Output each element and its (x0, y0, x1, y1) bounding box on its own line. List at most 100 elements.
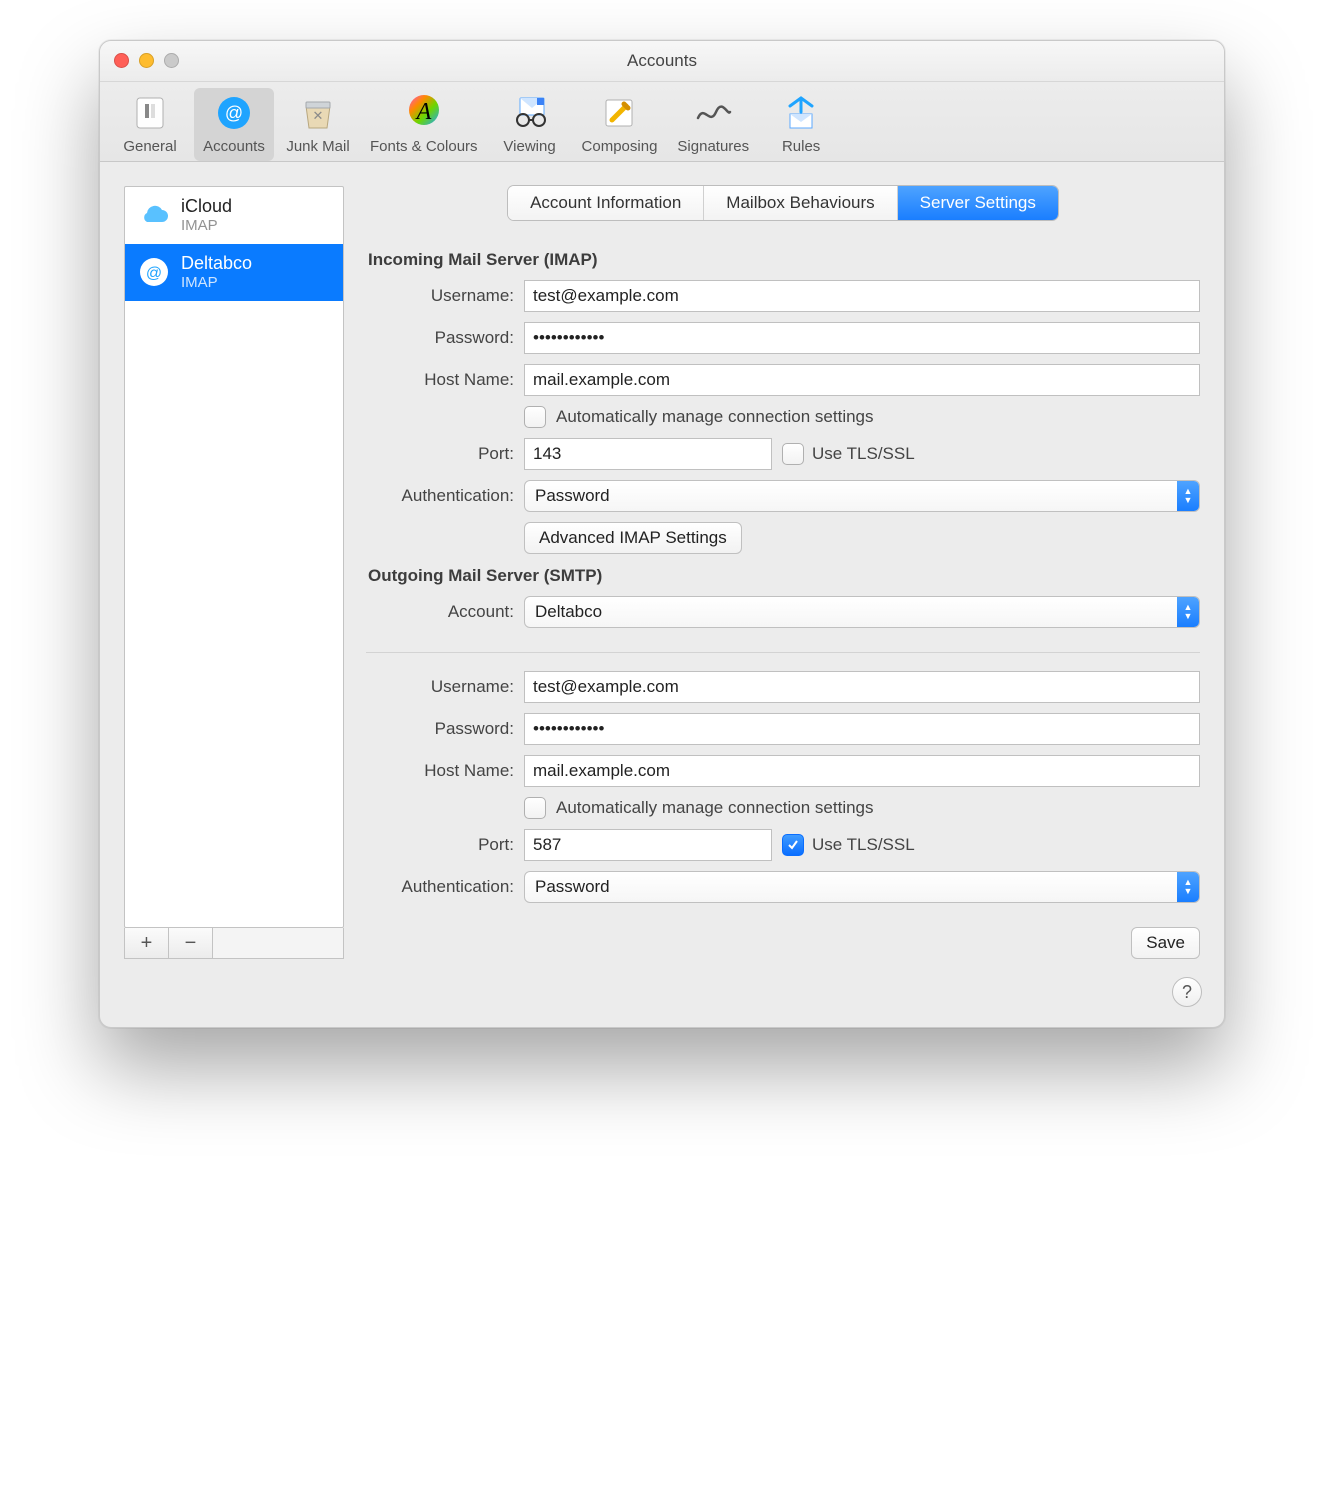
main-panel: Account Information Mailbox Behaviours S… (366, 186, 1200, 959)
incoming-tls-checkbox[interactable] (782, 443, 804, 465)
outgoing-hostname-input[interactable] (524, 755, 1200, 787)
advanced-imap-settings-button[interactable]: Advanced IMAP Settings (524, 522, 742, 554)
toolbar-item-label: Fonts & Colours (370, 138, 478, 155)
body: iCloud IMAP @ Deltabco IMAP (100, 162, 1224, 977)
toolbar-item-composing[interactable]: Composing (574, 88, 666, 161)
traffic-lights (114, 53, 179, 68)
close-icon[interactable] (114, 53, 129, 68)
chevron-updown-icon: ▲▼ (1177, 872, 1199, 902)
account-protocol: IMAP (181, 217, 232, 234)
account-list-footer: + − (124, 928, 344, 959)
toolbar-item-rules[interactable]: Rules (761, 88, 841, 161)
tab-server-settings[interactable]: Server Settings (898, 186, 1058, 220)
incoming-username-input[interactable] (524, 280, 1200, 312)
svg-text:✕: ✕ (313, 108, 324, 123)
account-name: iCloud (181, 197, 232, 217)
general-icon (129, 92, 171, 134)
label-authentication: Authentication: (366, 486, 514, 506)
add-account-button[interactable]: + (125, 928, 169, 958)
rules-icon (780, 92, 822, 134)
chevron-updown-icon: ▲▼ (1177, 597, 1199, 627)
toolbar-item-general[interactable]: General (110, 88, 190, 161)
outgoing-authentication-value: Password (525, 877, 1177, 897)
label-password: Password: (366, 719, 514, 739)
label-username: Username: (366, 286, 514, 306)
toolbar-item-fonts-colours[interactable]: A Fonts & Colours (362, 88, 486, 161)
label-username: Username: (366, 677, 514, 697)
outgoing-auto-manage-checkbox[interactable] (524, 797, 546, 819)
outgoing-account-value: Deltabco (525, 602, 1177, 622)
fonts-colours-icon: A (403, 92, 445, 134)
svg-text:@: @ (225, 103, 243, 123)
incoming-authentication-select[interactable]: Password ▲▼ (524, 480, 1200, 512)
incoming-section-title: Incoming Mail Server (IMAP) (368, 250, 1200, 270)
outgoing-auto-manage-row[interactable]: Automatically manage connection settings (524, 797, 1200, 819)
outgoing-account-select[interactable]: Deltabco ▲▼ (524, 596, 1200, 628)
outgoing-auto-manage-label: Automatically manage connection settings (556, 798, 874, 818)
outgoing-port-input[interactable] (524, 829, 772, 861)
account-list: iCloud IMAP @ Deltabco IMAP (124, 186, 344, 928)
label-password: Password: (366, 328, 514, 348)
incoming-auto-manage-checkbox[interactable] (524, 406, 546, 428)
toolbar-item-label: Accounts (203, 138, 265, 155)
label-account: Account: (366, 602, 514, 622)
accounts-icon: @ (213, 92, 255, 134)
tab-mailbox-behaviours[interactable]: Mailbox Behaviours (704, 186, 897, 220)
outgoing-tls-label: Use TLS/SSL (812, 835, 915, 855)
toolbar-item-accounts[interactable]: @ Accounts (194, 88, 274, 161)
settings-tabs: Account Information Mailbox Behaviours S… (508, 186, 1058, 220)
at-icon: @ (137, 255, 171, 289)
outgoing-tls-checkbox[interactable] (782, 834, 804, 856)
zoom-icon (164, 53, 179, 68)
outgoing-username-input[interactable] (524, 671, 1200, 703)
outgoing-tls-row[interactable]: Use TLS/SSL (782, 834, 915, 856)
toolbar-item-label: Viewing (503, 138, 555, 155)
account-item-deltabco[interactable]: @ Deltabco IMAP (125, 244, 343, 301)
outgoing-authentication-select[interactable]: Password ▲▼ (524, 871, 1200, 903)
toolbar-item-label: General (123, 138, 176, 155)
tab-account-information[interactable]: Account Information (508, 186, 704, 220)
titlebar: Accounts (100, 41, 1224, 82)
svg-text:A: A (414, 99, 431, 125)
label-authentication: Authentication: (366, 877, 514, 897)
toolbar-item-viewing[interactable]: Viewing (490, 88, 570, 161)
help-button[interactable]: ? (1172, 977, 1202, 1007)
incoming-hostname-input[interactable] (524, 364, 1200, 396)
account-protocol: IMAP (181, 274, 252, 291)
preferences-toolbar: General @ Accounts ✕ Junk Mail (100, 82, 1224, 162)
remove-account-button[interactable]: − (169, 928, 213, 958)
account-name: Deltabco (181, 254, 252, 274)
footer-filler (213, 928, 343, 958)
toolbar-item-signatures[interactable]: Signatures (669, 88, 757, 161)
help-area: ? (100, 977, 1224, 1027)
window-title: Accounts (627, 51, 697, 71)
outgoing-form: Account: Deltabco ▲▼ Username: Password: (366, 596, 1200, 959)
viewing-icon (509, 92, 551, 134)
incoming-tls-row[interactable]: Use TLS/SSL (782, 443, 915, 465)
separator (366, 652, 1200, 653)
incoming-auto-manage-row[interactable]: Automatically manage connection settings (524, 406, 1200, 428)
toolbar-item-junk-mail[interactable]: ✕ Junk Mail (278, 88, 358, 161)
composing-icon (598, 92, 640, 134)
toolbar-item-label: Junk Mail (286, 138, 349, 155)
incoming-auto-manage-label: Automatically manage connection settings (556, 407, 874, 427)
account-item-icloud[interactable]: iCloud IMAP (125, 187, 343, 244)
minimize-icon[interactable] (139, 53, 154, 68)
incoming-authentication-value: Password (525, 486, 1177, 506)
chevron-updown-icon: ▲▼ (1177, 481, 1199, 511)
label-port: Port: (366, 835, 514, 855)
incoming-password-input[interactable] (524, 322, 1200, 354)
preferences-window: Accounts General @ Accounts (99, 40, 1225, 1028)
incoming-form: Username: Password: Host Name: Automatic… (366, 280, 1200, 554)
outgoing-section-title: Outgoing Mail Server (SMTP) (368, 566, 1200, 586)
signatures-icon (692, 92, 734, 134)
incoming-port-input[interactable] (524, 438, 772, 470)
save-button[interactable]: Save (1131, 927, 1200, 959)
outgoing-password-input[interactable] (524, 713, 1200, 745)
label-port: Port: (366, 444, 514, 464)
icloud-icon (137, 198, 171, 232)
junk-mail-icon: ✕ (297, 92, 339, 134)
account-sidebar: iCloud IMAP @ Deltabco IMAP (124, 186, 344, 959)
label-hostname: Host Name: (366, 370, 514, 390)
svg-text:@: @ (146, 265, 162, 282)
